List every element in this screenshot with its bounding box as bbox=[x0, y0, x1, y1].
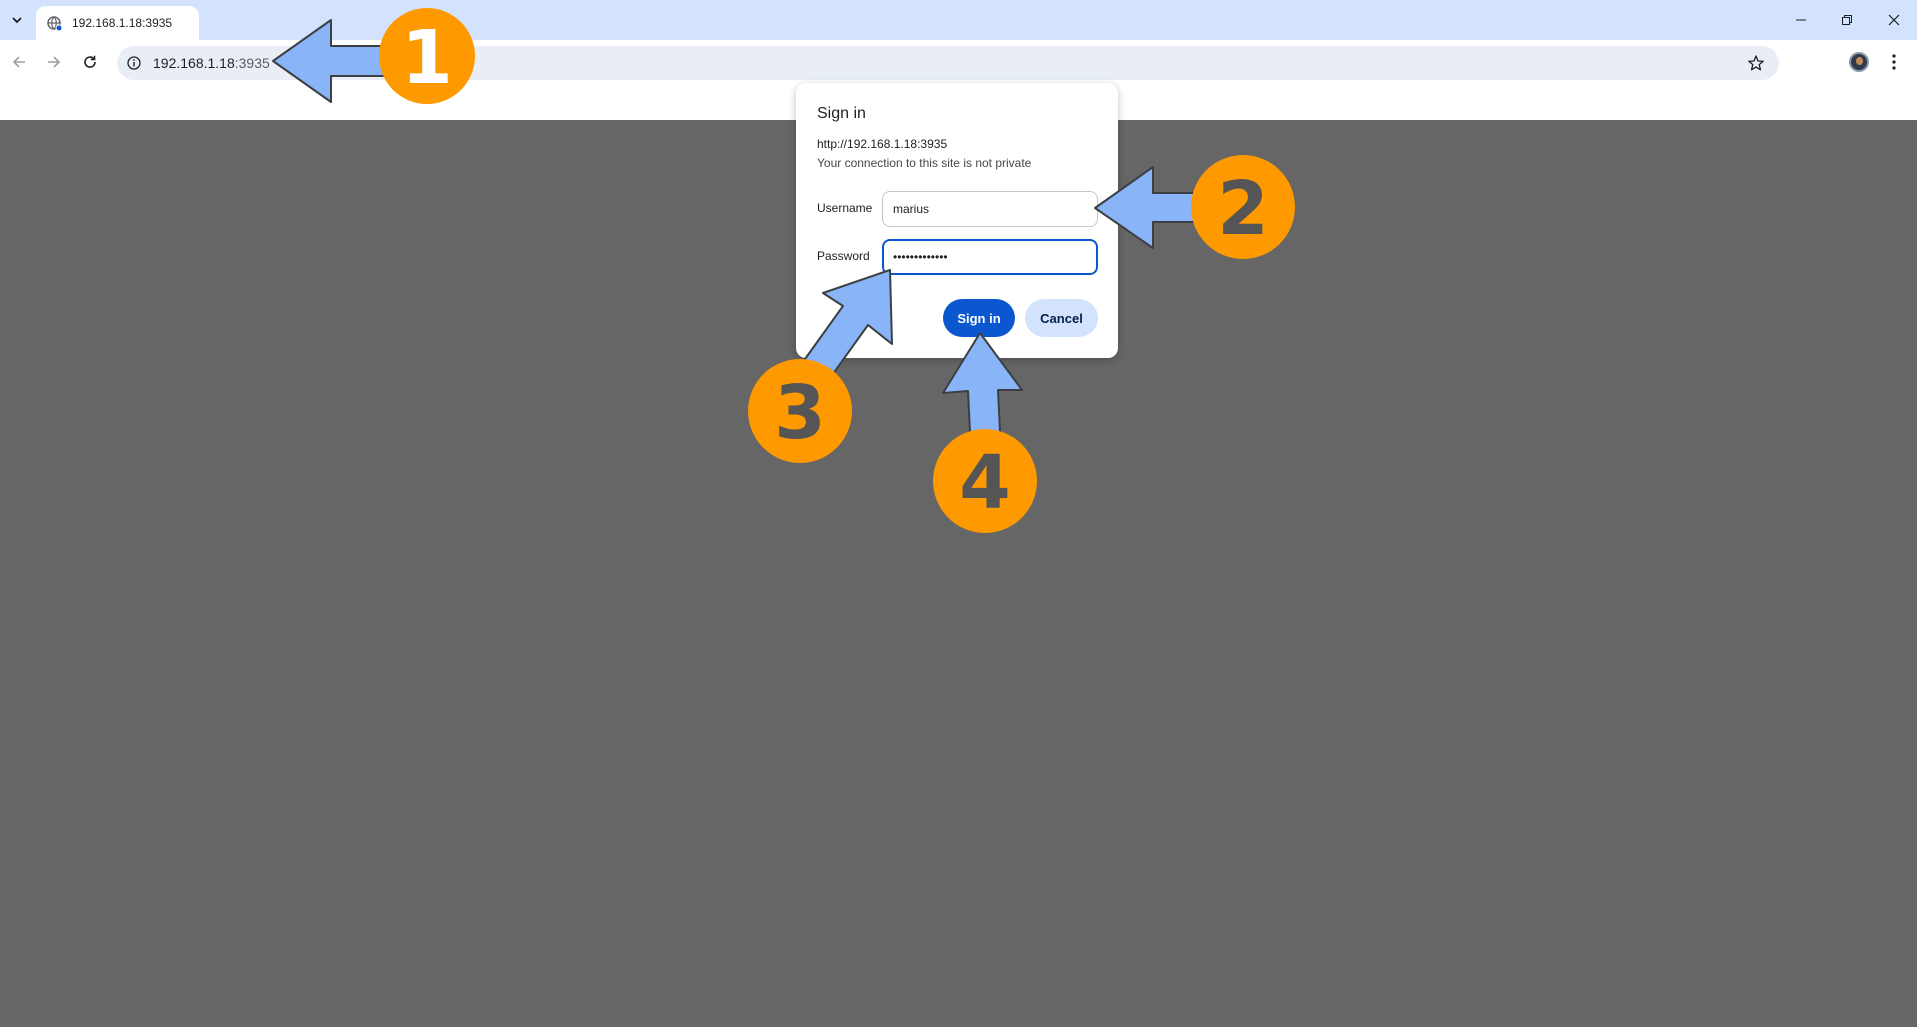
close-window-button[interactable] bbox=[1871, 0, 1917, 40]
tab-search-button[interactable] bbox=[4, 8, 30, 32]
password-input[interactable]: ••••••••••••• bbox=[882, 239, 1098, 275]
sign-in-button[interactable]: Sign in bbox=[943, 299, 1015, 337]
sign-in-dialog: Sign in http://192.168.1.18:3935 Your co… bbox=[796, 83, 1118, 358]
more-menu-button[interactable] bbox=[1882, 50, 1906, 74]
step-4-number: 4 bbox=[959, 440, 1011, 526]
connection-warning: Your connection to this site is not priv… bbox=[817, 156, 1032, 170]
tab-title: 192.168.1.18:3935 bbox=[72, 16, 173, 30]
username-label: Username bbox=[817, 201, 873, 215]
url-host: 192.168.1.18 bbox=[153, 55, 235, 71]
reload-icon bbox=[84, 55, 96, 68]
profile-avatar[interactable] bbox=[1849, 52, 1869, 72]
active-tab[interactable]: 192.168.1.18:3935 bbox=[36, 6, 199, 40]
info-icon[interactable] bbox=[125, 54, 143, 72]
minimize-button[interactable] bbox=[1778, 0, 1824, 40]
address-bar[interactable]: 192.168.1.18:3935 bbox=[117, 46, 1779, 80]
username-input[interactable]: marius bbox=[882, 191, 1098, 227]
step-2-number: 2 bbox=[1217, 166, 1269, 252]
step-2-badge: 2 bbox=[1191, 155, 1295, 259]
reload-button[interactable] bbox=[75, 47, 105, 77]
tab-strip: 192.168.1.18:3935 bbox=[0, 0, 1917, 40]
step-4-badge: 4 bbox=[933, 429, 1037, 533]
bookmark-star-icon[interactable] bbox=[1747, 54, 1765, 72]
restore-icon bbox=[1842, 15, 1852, 25]
arrow-right-icon bbox=[48, 56, 61, 68]
more-vert-icon bbox=[1892, 54, 1896, 70]
url-text: 192.168.1.18:3935 bbox=[153, 55, 270, 71]
arrow-left-icon bbox=[12, 56, 25, 68]
restore-button[interactable] bbox=[1824, 0, 1870, 40]
url-port: :3935 bbox=[234, 55, 270, 71]
back-button[interactable] bbox=[4, 47, 34, 77]
dialog-origin: http://192.168.1.18:3935 bbox=[817, 137, 948, 151]
minimize-icon bbox=[1796, 19, 1806, 21]
close-icon bbox=[1888, 14, 1900, 26]
step-3-number: 3 bbox=[774, 370, 826, 456]
chevron-down-icon bbox=[12, 17, 22, 24]
cancel-button[interactable]: Cancel bbox=[1025, 299, 1098, 337]
forward-button[interactable] bbox=[39, 47, 69, 77]
dialog-title: Sign in bbox=[817, 105, 866, 122]
globe-icon bbox=[46, 15, 63, 32]
step-3-badge: 3 bbox=[748, 359, 852, 463]
password-label: Password bbox=[817, 249, 870, 263]
